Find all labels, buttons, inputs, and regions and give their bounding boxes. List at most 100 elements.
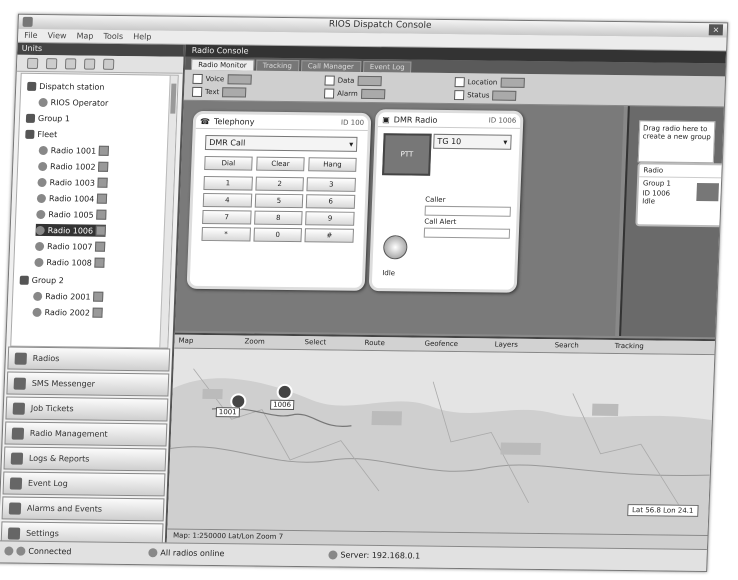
filter-alarm[interactable]: Alarm xyxy=(323,88,385,100)
filter-text[interactable]: Text xyxy=(191,86,247,98)
radio-icon xyxy=(36,209,46,219)
menu-view[interactable]: View xyxy=(47,31,66,40)
filter-icon[interactable] xyxy=(83,58,96,70)
checkbox[interactable] xyxy=(454,90,465,101)
tree-item[interactable]: Radio 2001 xyxy=(33,290,104,303)
dial-button[interactable]: Dial xyxy=(204,155,253,171)
menu-tools[interactable]: Tools xyxy=(103,32,123,41)
filter-voice[interactable]: Voice xyxy=(192,73,252,85)
filter-option[interactable] xyxy=(500,77,525,88)
call-type-select[interactable]: DMR Call ▾ xyxy=(204,135,358,152)
tree-item[interactable]: Dispatch station xyxy=(27,80,105,93)
radio-icon xyxy=(14,352,28,365)
tree-item[interactable]: Group 2 xyxy=(19,274,64,287)
filter-option[interactable] xyxy=(357,75,382,87)
map-tab[interactable]: Map xyxy=(178,337,193,345)
filter-option[interactable] xyxy=(227,74,252,85)
volume-knob[interactable] xyxy=(382,235,408,260)
menu-map[interactable]: Map xyxy=(76,31,93,40)
alert-input[interactable] xyxy=(423,227,511,239)
filter-option[interactable] xyxy=(222,87,247,98)
map-layers[interactable]: Layers xyxy=(494,340,517,348)
key-0[interactable]: 0 xyxy=(253,227,303,243)
key-star[interactable]: * xyxy=(201,226,251,242)
remove-icon[interactable] xyxy=(45,57,58,69)
map-canvas[interactable]: 1001 1006 Lat 56.8 Lon 24.1 xyxy=(167,348,715,536)
key-hash[interactable]: # xyxy=(304,228,354,243)
tree-item[interactable]: Radio 1003 xyxy=(37,176,109,189)
refresh-icon[interactable] xyxy=(64,57,77,69)
group-panel: Drag radio here to create a new group Ra… xyxy=(619,106,728,338)
filter-option[interactable] xyxy=(492,90,517,101)
key-1[interactable]: 1 xyxy=(203,175,253,191)
add-icon[interactable] xyxy=(26,57,39,69)
settings-icon xyxy=(11,427,25,440)
nav-logs[interactable]: Logs & Reports xyxy=(3,446,167,472)
tab-event-log[interactable]: Event Log xyxy=(362,60,412,73)
filter-data[interactable]: Data xyxy=(324,75,382,87)
tab-radio-monitor[interactable]: Radio Monitor xyxy=(190,58,254,71)
nav-jobs[interactable]: Job Tickets xyxy=(5,396,169,422)
mini-radio-card[interactable]: Radio Group 1 ID 1006 Idle xyxy=(635,162,728,228)
filter-status[interactable]: Status xyxy=(454,90,517,101)
tab-call-manager[interactable]: Call Manager xyxy=(300,60,362,72)
clear-button[interactable]: Clear xyxy=(256,156,305,172)
connection-icon xyxy=(4,546,14,556)
map-geofence[interactable]: Geofence xyxy=(424,340,458,348)
hang-button[interactable]: Hang xyxy=(308,157,357,172)
tree-item[interactable]: Radio 1008 xyxy=(34,256,106,269)
key-8[interactable]: 8 xyxy=(253,210,303,226)
checkbox[interactable] xyxy=(192,73,203,84)
tree-item[interactable]: Fleet xyxy=(25,128,57,140)
checkbox[interactable] xyxy=(454,77,465,88)
map-route[interactable]: Route xyxy=(364,339,385,347)
map-search[interactable]: Search xyxy=(555,341,579,349)
phone-buttons: Dial Clear Hang xyxy=(204,155,357,172)
close-button[interactable]: × xyxy=(708,24,724,36)
map-select[interactable]: Select xyxy=(304,338,326,346)
tree-item[interactable]: Radio 1002 xyxy=(37,160,109,173)
filter-option[interactable] xyxy=(360,88,385,100)
status-icon xyxy=(95,241,106,252)
tree-item[interactable]: RIOS Operator xyxy=(38,96,108,109)
nav-radio-management[interactable]: Radio Management xyxy=(4,421,168,447)
key-6[interactable]: 6 xyxy=(306,194,356,209)
network-icon xyxy=(16,546,26,556)
map-zoom[interactable]: Zoom xyxy=(244,337,265,345)
app-icon xyxy=(22,16,33,27)
search-icon[interactable] xyxy=(102,58,115,70)
tab-tracking[interactable]: Tracking xyxy=(255,59,300,72)
mini-ptt-button[interactable] xyxy=(696,183,720,202)
key-4[interactable]: 4 xyxy=(202,192,252,208)
tree-item[interactable]: Radio 1007 xyxy=(34,240,106,253)
key-3[interactable]: 3 xyxy=(306,177,356,192)
checkbox[interactable] xyxy=(323,88,335,99)
nav-sms[interactable]: SMS Messenger xyxy=(6,371,170,397)
key-7[interactable]: 7 xyxy=(202,209,252,225)
unit-label: 1006 xyxy=(269,399,295,411)
filter-location[interactable]: Location xyxy=(454,77,525,88)
status-server: Server: 192.168.0.1 xyxy=(328,550,420,561)
tree-item[interactable]: Radio 1004 xyxy=(36,192,108,205)
ptt-button[interactable]: PTT xyxy=(382,133,432,176)
key-5[interactable]: 5 xyxy=(254,193,304,209)
nav-radios[interactable]: Radios xyxy=(7,346,171,372)
key-9[interactable]: 9 xyxy=(305,211,355,226)
menu-help[interactable]: Help xyxy=(133,32,152,41)
tree-item[interactable]: Group 1 xyxy=(25,112,70,125)
caller-input[interactable] xyxy=(424,205,511,217)
checkbox[interactable] xyxy=(324,75,335,86)
tree-item[interactable]: Radio 2002 xyxy=(32,306,104,319)
tree-item-selected[interactable]: Radio 1006 xyxy=(35,223,107,237)
map-tracking[interactable]: Tracking xyxy=(615,342,644,350)
tree-item[interactable]: Radio 1005 xyxy=(36,208,107,221)
nav-alarms[interactable]: Alarms and Events xyxy=(1,496,165,522)
menu-file[interactable]: File xyxy=(24,31,38,40)
scroll-thumb[interactable] xyxy=(170,83,177,114)
checkbox[interactable] xyxy=(191,86,203,97)
key-2[interactable]: 2 xyxy=(255,176,305,192)
nav-event-log[interactable]: Event Log xyxy=(2,471,166,497)
talkgroup-select[interactable]: TG 10 ▾ xyxy=(433,133,512,150)
tree-item[interactable]: Radio 1001 xyxy=(38,144,110,157)
chevron-down-icon: ▾ xyxy=(349,139,354,149)
